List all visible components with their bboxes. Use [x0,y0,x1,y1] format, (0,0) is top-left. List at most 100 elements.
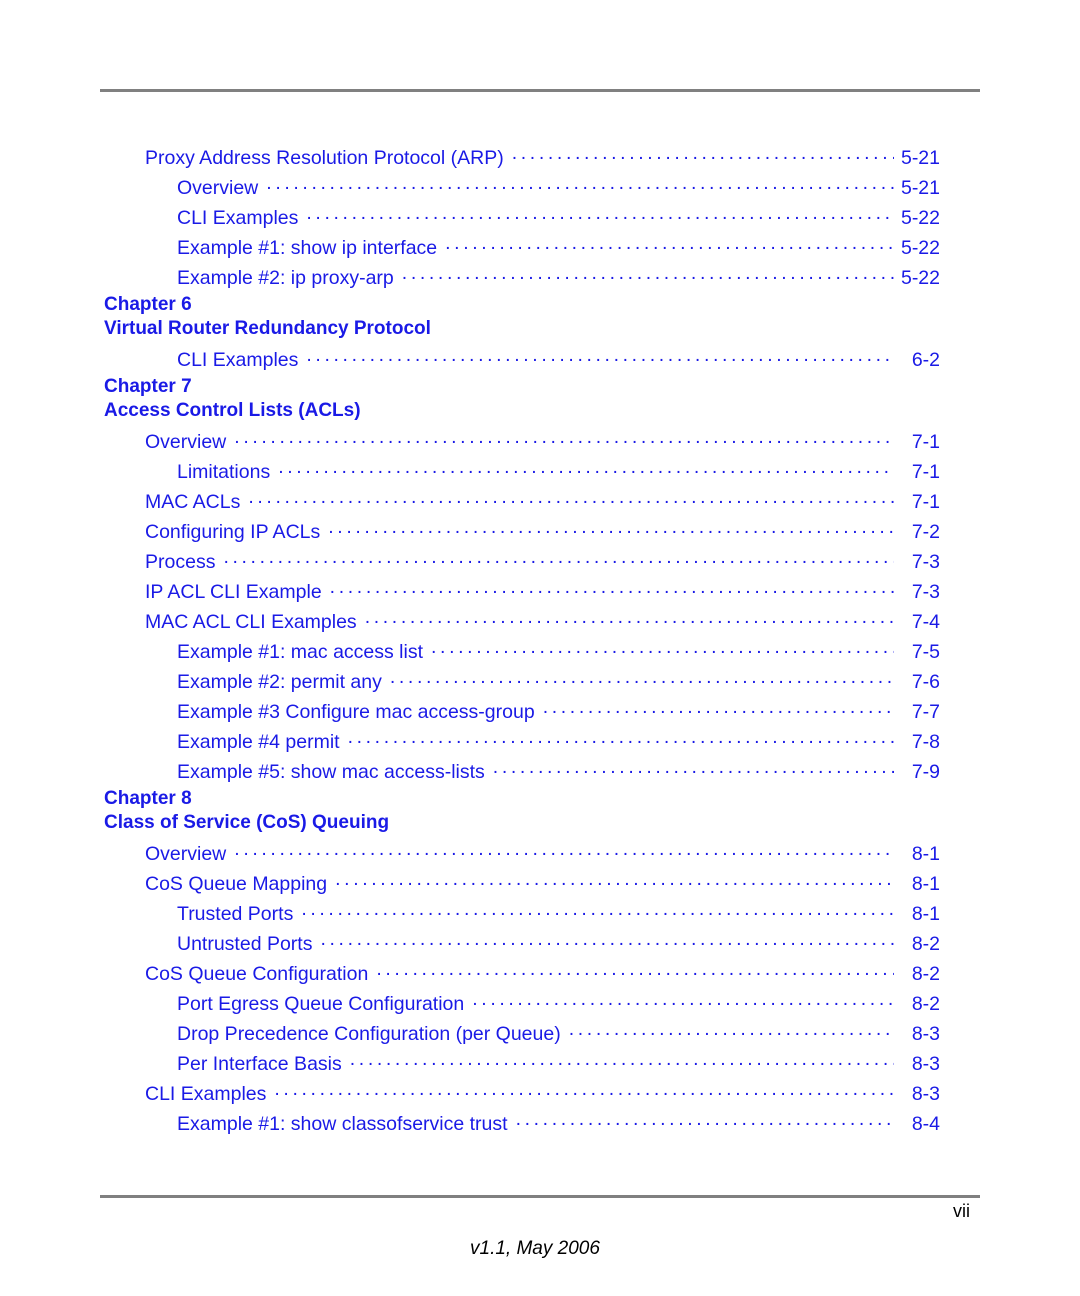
toc-entry[interactable]: Example #2: permit any 7-6 [100,668,940,698]
toc-entry-page-number: 7-2 [911,520,940,543]
toc-chapter-title: Virtual Router Redundancy Protocol [104,318,431,339]
toc-entry-label: Proxy Address Resolution Protocol (ARP) [145,146,504,169]
toc-entry-label: Example #2: permit any [177,670,382,693]
toc-entry-label: Example #1: mac access list [177,640,424,663]
toc-dot-leader [512,144,894,164]
footer-page-number: vii [953,1201,970,1221]
toc-dot-leader [306,204,894,224]
toc-dot-leader [493,758,894,778]
toc-entry-page-number: 7-8 [911,730,940,753]
toc-dot-leader [274,1080,894,1100]
toc-entry[interactable]: MAC ACL CLI Examples 7-4 [100,608,940,638]
toc-entry[interactable]: CoS Queue Configuration 8-2 [100,960,940,990]
toc-entry-label: Example #1: show classofservice trust [177,1112,508,1135]
toc-entry[interactable]: Process 7-3 [100,548,940,578]
toc-dot-leader [431,638,894,658]
toc-chapter-heading[interactable]: Chapter 8 Class of Service (CoS) Queuing [100,788,940,840]
toc-dot-leader [330,578,894,598]
toc-entry[interactable]: Trusted Ports 8-1 [100,900,940,930]
toc-dot-leader [543,698,894,718]
toc-entry-label: Example #5: show mac access-lists [177,760,485,783]
toc-entry[interactable]: Untrusted Ports 8-2 [100,930,940,960]
toc-entry-page-number: 8-1 [911,872,940,895]
toc-entry[interactable]: Example #1: show ip interface 5-22 [100,234,940,264]
toc-chapter-number: Chapter 8 [104,788,192,809]
toc-entry[interactable]: IP ACL CLI Example 7-3 [100,578,940,608]
toc-entry[interactable]: Overview 5-21 [100,174,940,204]
toc-dot-leader [569,1020,894,1040]
toc-chapter-heading[interactable]: Chapter 6 Virtual Router Redundancy Proto… [100,294,940,346]
toc-entry-label: Overview [145,430,227,453]
toc-entry[interactable]: Example #4 permit 7-8 [100,728,940,758]
toc-entry-label: CoS Queue Mapping [145,872,328,895]
toc-entry[interactable]: Example #5: show mac access-lists 7-9 [100,758,940,788]
toc-dot-leader [278,458,894,478]
toc-dot-leader [516,1110,894,1130]
toc-entry-label: Process [145,550,216,573]
toc-entry-page-number: 5-21 [900,176,940,199]
toc-entry[interactable]: Proxy Address Resolution Protocol (ARP) 5… [100,144,940,174]
toc-entry[interactable]: Example #2: ip proxy-arp 5-22 [100,264,940,294]
toc-entry-page-number: 5-22 [900,206,940,229]
toc-chapter-number: Chapter 7 [104,376,192,397]
toc-entry[interactable]: CLI Examples 5-22 [100,204,940,234]
toc-entry-page-number: 7-1 [911,460,940,483]
toc-dot-leader [472,990,894,1010]
toc-entry-label: Example #3 Configure mac access-group [177,700,535,723]
toc-entry-page-number: 8-2 [911,992,940,1015]
toc-entry-page-number: 8-1 [911,842,940,865]
toc-entry-label: Example #1: show ip interface [177,236,438,259]
toc-entry-page-number: 7-1 [911,430,940,453]
toc-dot-leader [376,960,894,980]
toc-entry-label: Untrusted Ports [177,932,313,955]
toc-entry-page-number: 7-1 [911,490,940,513]
toc-entry[interactable]: CoS Queue Mapping 8-1 [100,870,940,900]
toc-entry-page-number: 5-21 [900,146,940,169]
footer-rule [100,1195,980,1198]
toc-entry[interactable]: Example #1: mac access list 7-5 [100,638,940,668]
toc-entry-page-number: 7-3 [911,580,940,603]
toc-entry-page-number: 7-7 [911,700,940,723]
toc-entry-label: Overview [177,176,259,199]
toc-dot-leader [320,930,894,950]
toc-dot-leader [335,870,894,890]
toc-entry-label: Limitations [177,460,271,483]
toc-entry[interactable]: Example #3 Configure mac access-group 7-7 [100,698,940,728]
toc-dot-leader [445,234,894,254]
toc-entry-page-number: 5-22 [900,236,940,259]
toc-entry-label: Drop Precedence Configuration (per Queue… [177,1022,561,1045]
toc-entry-page-number: 8-4 [911,1112,940,1135]
footer-version: v1.1, May 2006 [470,1238,600,1259]
toc-dot-leader [390,668,894,688]
toc-entry[interactable]: Drop Precedence Configuration (per Queue… [100,1020,940,1050]
toc-chapter-number: Chapter 6 [104,294,192,315]
toc-dot-leader [248,488,894,508]
toc-entry[interactable]: Limitations 7-1 [100,458,940,488]
toc-dot-leader [350,1050,894,1070]
toc-entry[interactable]: Example #1: show classofservice trust 8-4 [100,1110,940,1140]
toc-entry-label: Port Egress Queue Configuration [177,992,465,1015]
toc-entry-page-number: 8-1 [911,902,940,925]
toc-entry[interactable]: CLI Examples 8-3 [100,1080,940,1110]
toc-chapter-heading[interactable]: Chapter 7 Access Control Lists (ACLs) [100,376,940,428]
toc-dot-leader [223,548,894,568]
toc-entry-label: Configuring IP ACLs [145,520,321,543]
toc-entry-page-number: 6-2 [911,348,940,371]
toc-entry[interactable]: MAC ACLs 7-1 [100,488,940,518]
toc-entry-label: Example #2: ip proxy-arp [177,266,394,289]
toc-entry[interactable]: Overview 7-1 [100,428,940,458]
toc-dot-leader [348,728,894,748]
toc-entry-label: CoS Queue Configuration [145,962,369,985]
toc-chapter-title: Access Control Lists (ACLs) [104,400,361,421]
toc-entry-page-number: 5-22 [900,266,940,289]
toc-entry[interactable]: Overview 8-1 [100,840,940,870]
toc-entry[interactable]: Port Egress Queue Configuration 8-2 [100,990,940,1020]
toc-entry-page-number: 7-5 [911,640,940,663]
toc-dot-leader [328,518,894,538]
toc-entry[interactable]: CLI Examples 6-2 [100,346,940,376]
toc-dot-leader [402,264,894,284]
toc-entry-label: Trusted Ports [177,902,294,925]
toc-dot-leader [234,840,894,860]
toc-entry[interactable]: Configuring IP ACLs 7-2 [100,518,940,548]
toc-entry[interactable]: Per Interface Basis 8-3 [100,1050,940,1080]
